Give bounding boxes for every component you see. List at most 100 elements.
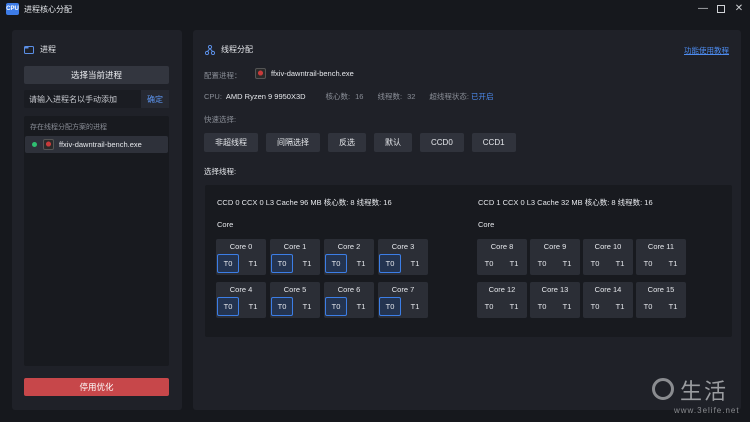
core-card: Core 1 T0 T1 (270, 239, 320, 275)
thread-toggle[interactable]: T0 (584, 254, 606, 273)
thread-toggle[interactable]: T0 (271, 297, 293, 316)
thread-toggle[interactable]: T1 (556, 254, 578, 273)
maximize-button[interactable] (715, 3, 727, 15)
ccd-info: CCD 1 CCX 0 L3 Cache 32 MB 核心数: 8 线程数: 1… (478, 198, 653, 207)
hyperthreading-status: 已开启 (471, 92, 494, 101)
thread-toggle[interactable]: T1 (662, 297, 684, 316)
core-name: Core 1 (283, 242, 307, 251)
stop-optimization-button[interactable]: 停用优化 (24, 378, 169, 396)
thread-toggle[interactable]: T1 (242, 254, 264, 273)
quick-select-ccd1-button[interactable]: CCD1 (471, 133, 516, 152)
config-process: ffxiv-dawntrail-bench.exe (255, 68, 354, 79)
core-name: Core 8 (490, 242, 514, 251)
core-name: Core 7 (391, 285, 415, 294)
thread-toggle[interactable]: T0 (637, 297, 659, 316)
thread-toggle[interactable]: T0 (637, 254, 659, 273)
thread-allocation-panel: 线程分配 功能使用教程 配置进程： ffxiv-dawntrail-bench.… (193, 30, 741, 410)
thread-toggle[interactable]: T0 (379, 254, 401, 273)
thread-toggle[interactable]: T1 (503, 254, 525, 273)
cpu-name: AMD Ryzen 9 9950X3D (225, 92, 306, 101)
core-name: Core 15 (647, 285, 675, 294)
thread-toggle[interactable]: T1 (503, 297, 525, 316)
watermark-logo-icon (652, 378, 674, 400)
cores-value: 16 (355, 92, 364, 101)
thread-toggle[interactable]: T1 (350, 254, 372, 273)
core-card: Core 10 T0 T1 (583, 239, 633, 275)
watermark: 生活 www.3elife.net (648, 372, 748, 420)
core-card: Core 14 T0 T1 (583, 282, 633, 318)
config-process-label: 配置进程： (204, 71, 242, 80)
maximize-icon (717, 5, 725, 13)
thread-toggle[interactable]: T0 (217, 297, 239, 316)
ccd1-group: CCD 1 CCX 0 L3 Cache 32 MB 核心数: 8 线程数: 1… (466, 185, 732, 337)
ccd-info: CCD 0 CCX 0 L3 Cache 96 MB 核心数: 8 线程数: 1… (217, 198, 392, 207)
core-card: Core 9 T0 T1 (530, 239, 580, 275)
help-tutorial-link[interactable]: 功能使用教程 (684, 45, 729, 56)
process-header-label: 进程 (40, 45, 56, 54)
quick-select-default-button[interactable]: 默认 (374, 133, 412, 152)
thread-toggle[interactable]: T1 (404, 254, 426, 273)
thread-toggle[interactable]: T0 (325, 254, 347, 273)
core-name: Core 14 (594, 285, 622, 294)
thread-toggle[interactable]: T1 (662, 254, 684, 273)
core-name: Core 2 (337, 242, 361, 251)
running-status-dot (32, 142, 37, 147)
core-name: Core 11 (647, 242, 675, 251)
thread-toggle[interactable]: T1 (609, 297, 631, 316)
core-card: Core 0 T0 T1 (216, 239, 266, 275)
thread-toggle[interactable]: T0 (379, 297, 401, 316)
core-card: Core 13 T0 T1 (530, 282, 580, 318)
select-current-process-button[interactable]: 选择当前进程 (24, 66, 169, 84)
thread-toggle[interactable]: T1 (296, 297, 318, 316)
thread-header: 线程分配 (205, 44, 253, 55)
quick-select-interval-button[interactable]: 间隔选择 (266, 133, 320, 152)
list-item[interactable]: ffxiv-dawntrail-bench.exe (25, 136, 168, 153)
confirm-button[interactable]: 确定 (141, 90, 169, 108)
thread-toggle[interactable]: T1 (296, 254, 318, 273)
thread-toggle[interactable]: T0 (217, 254, 239, 273)
core-name: Core 9 (543, 242, 567, 251)
process-name-input[interactable] (24, 94, 141, 104)
thread-toggle[interactable]: T1 (350, 297, 372, 316)
core-name: Core 13 (541, 285, 569, 294)
thread-toggle[interactable]: T0 (531, 297, 553, 316)
quick-select-invert-button[interactable]: 反选 (328, 133, 366, 152)
quick-select-buttons: 非超线程 间隔选择 反选 默认 CCD0 CCD1 (204, 133, 516, 152)
core-name: Core 3 (391, 242, 415, 251)
core-name: Core 5 (283, 285, 307, 294)
core-name: Core 6 (337, 285, 361, 294)
thread-toggle[interactable]: T0 (478, 297, 500, 316)
minimize-button[interactable]: — (697, 3, 709, 15)
thread-toggle[interactable]: T1 (609, 254, 631, 273)
quick-select-ccd0-button[interactable]: CCD0 (420, 133, 464, 152)
hierarchy-icon (205, 44, 215, 55)
app-title: 进程核心分配 (24, 5, 72, 14)
cpu-info-row: CPU: AMD Ryzen 9 9950X3D 核心数: 16 线程数: 32… (204, 91, 494, 102)
thread-toggle[interactable]: T0 (325, 297, 347, 316)
close-button[interactable]: ✕ (733, 3, 745, 15)
folder-icon (24, 45, 34, 54)
process-header: 进程 (24, 44, 56, 55)
core-card: Core 3 T0 T1 (378, 239, 428, 275)
thread-toggle[interactable]: T1 (556, 297, 578, 316)
ccd0-group: CCD 0 CCX 0 L3 Cache 96 MB 核心数: 8 线程数: 1… (205, 185, 471, 337)
thread-toggle[interactable]: T1 (404, 297, 426, 316)
title-bar: CPU 进程核心分配 — ✕ (0, 0, 750, 18)
quick-select-non-ht-button[interactable]: 非超线程 (204, 133, 258, 152)
core-card: Core 12 T0 T1 (477, 282, 527, 318)
thread-toggle[interactable]: T0 (584, 297, 606, 316)
thread-toggle[interactable]: T1 (242, 297, 264, 316)
core-name: Core 4 (229, 285, 253, 294)
watermark-url: www.3elife.net (674, 406, 740, 415)
thread-toggle[interactable]: T0 (531, 254, 553, 273)
cpu-label: CPU: (204, 92, 222, 101)
process-icon (255, 68, 266, 79)
thread-toggle[interactable]: T0 (478, 254, 500, 273)
process-icon (43, 139, 54, 150)
process-list: 存在线程分配方案的进程 ffxiv-dawntrail-bench.exe (24, 116, 169, 366)
core-card: Core 15 T0 T1 (636, 282, 686, 318)
thread-toggle[interactable]: T0 (271, 254, 293, 273)
core-heading: Core (478, 220, 495, 229)
process-search-row: 确定 (24, 90, 169, 108)
quick-select-label: 快速选择: (204, 115, 237, 124)
